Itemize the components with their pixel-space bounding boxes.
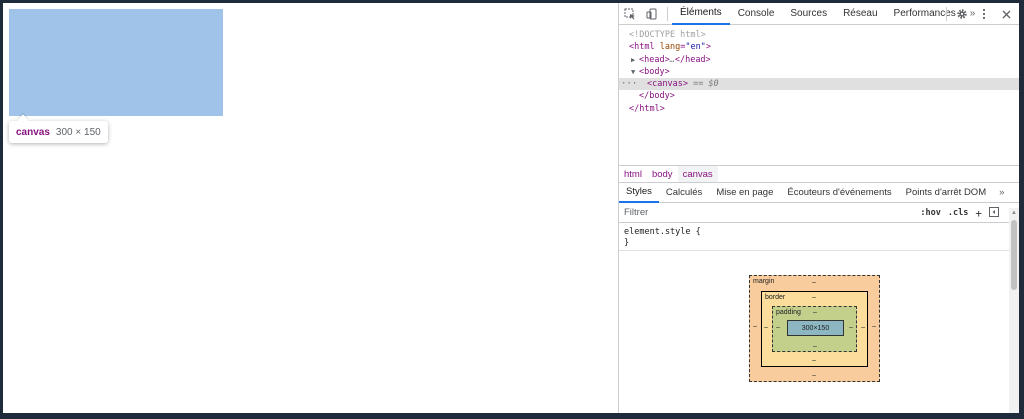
border-right-value: –	[861, 324, 865, 331]
dom-html-close-line[interactable]: </html>	[619, 103, 1019, 115]
dom-head-open: <head>	[639, 54, 670, 65]
browser-window: canvas 300 × 150 Éléments Console Source…	[3, 3, 1019, 413]
padding-top-value: –	[813, 309, 817, 316]
dom-body-close: </body>	[639, 91, 675, 102]
filter-actions: :hov .cls +	[920, 203, 999, 223]
dom-html-attr: lang	[659, 42, 681, 53]
row-menu-dots-icon[interactable]: ···	[621, 78, 637, 90]
dom-head-line[interactable]: ▶ <head>…</head>	[619, 54, 1019, 66]
tab-elements[interactable]: Éléments	[672, 3, 730, 25]
styles-scrollbar[interactable]: ▲	[1009, 208, 1019, 413]
box-model-content[interactable]: 300×150	[787, 320, 844, 336]
devtools-main-toolbar: Éléments Console Sources Réseau Performa…	[619, 3, 1019, 25]
tooltip-tag-name: canvas	[16, 126, 50, 138]
tab-sources[interactable]: Sources	[782, 3, 835, 25]
styles-pane-tabs: Styles Calculés Mise en page Écouteurs d…	[619, 183, 1019, 203]
dom-canvas-line-selected[interactable]: ··· <canvas> == $0	[619, 78, 1019, 91]
tab-layout[interactable]: Mise en page	[709, 183, 780, 203]
close-icon[interactable]	[995, 3, 1017, 25]
styles-filter-bar: :hov .cls +	[619, 203, 1019, 223]
breadcrumb-html[interactable]: html	[619, 166, 647, 182]
breadcrumb: html body canvas	[619, 165, 1019, 183]
padding-bottom-value: –	[813, 343, 817, 350]
margin-label: margin	[753, 278, 775, 285]
dom-html-attr-value: "en"	[685, 42, 706, 53]
border-top-value: –	[812, 294, 816, 301]
scroll-up-arrow-icon[interactable]: ▲	[1011, 210, 1017, 216]
element-tooltip: canvas 300 × 150	[9, 121, 108, 143]
tab-computed[interactable]: Calculés	[659, 183, 709, 203]
tab-styles[interactable]: Styles	[619, 183, 659, 203]
dom-doctype-line[interactable]: <!DOCTYPE html>	[619, 29, 1019, 41]
toolbar-separator	[946, 7, 947, 21]
dom-html-close: </html>	[629, 103, 665, 114]
device-toolbar-icon[interactable]	[641, 3, 663, 25]
dom-body-line[interactable]: ▼ <body>	[619, 66, 1019, 78]
page-viewport: canvas 300 × 150	[3, 3, 618, 413]
canvas-element-highlight[interactable]	[9, 9, 223, 116]
tooltip-dimensions: 300 × 150	[55, 126, 101, 138]
element-style-close: }	[624, 238, 630, 248]
tab-event-listeners[interactable]: Écouteurs d'événements	[780, 183, 898, 203]
padding-label: padding	[776, 309, 801, 316]
margin-left-value: –	[753, 323, 757, 330]
dom-canvas-ref: == $0	[693, 79, 719, 90]
margin-bottom-value: –	[812, 372, 816, 379]
gear-icon[interactable]	[951, 3, 973, 25]
element-style-selector: element.style {	[624, 227, 701, 237]
breadcrumb-canvas[interactable]: canvas	[677, 166, 718, 182]
element-style-rule[interactable]: element.style { }	[619, 223, 1009, 251]
kebab-menu-icon[interactable]	[973, 3, 995, 25]
filter-input[interactable]	[624, 207, 824, 218]
padding-right-value: –	[849, 324, 853, 331]
box-model-padding[interactable]: padding – – – – 300×150	[772, 306, 857, 352]
tab-console[interactable]: Console	[730, 3, 783, 25]
box-model-border[interactable]: border – – – – padding – – – – 300×150	[761, 291, 868, 367]
dom-body-close-line[interactable]: </body>	[619, 90, 1019, 102]
toolbar-right-actions	[942, 3, 1017, 25]
dom-head-close: </head>	[674, 54, 711, 65]
devtools-panel: Éléments Console Sources Réseau Performa…	[618, 3, 1019, 413]
computed-sidebar-toggle-icon[interactable]	[989, 206, 999, 220]
border-left-value: –	[764, 324, 768, 331]
dom-doctype: <!DOCTYPE html>	[629, 30, 706, 40]
box-model-margin[interactable]: margin – – – – border – – – – padding – …	[749, 275, 880, 382]
border-label: border	[765, 294, 786, 301]
tab-dom-breakpoints[interactable]: Points d'arrêt DOM	[899, 183, 993, 203]
dom-canvas: <canvas>	[647, 79, 688, 90]
collapse-triangle-icon[interactable]: ▼	[631, 66, 639, 78]
dom-html-open: <html	[629, 42, 655, 53]
box-model-diagram: margin – – – – border – – – – padding – …	[749, 275, 880, 382]
scrollbar-thumb[interactable]	[1011, 220, 1017, 290]
dom-tree: <!DOCTYPE html> <html lang="en"> ▶ <head>…	[619, 25, 1019, 165]
hov-toggle-button[interactable]: :hov	[920, 208, 940, 218]
tab-network[interactable]: Réseau	[835, 3, 885, 25]
more-tabs-chevron-icon[interactable]: »	[993, 187, 1010, 198]
dom-html-line[interactable]: <html lang="en">	[619, 41, 1019, 53]
padding-left-value: –	[776, 324, 780, 331]
cls-toggle-button[interactable]: .cls	[948, 208, 968, 218]
breadcrumb-body[interactable]: body	[647, 166, 678, 182]
dom-body-open: <body>	[639, 66, 670, 77]
new-rule-button[interactable]: +	[975, 207, 982, 220]
toolbar-separator	[667, 6, 668, 21]
border-bottom-value: –	[812, 357, 816, 364]
margin-right-value: –	[872, 323, 876, 330]
margin-top-value: –	[812, 279, 816, 286]
inspect-element-icon[interactable]	[619, 3, 641, 25]
expand-triangle-icon[interactable]: ▶	[631, 54, 639, 66]
